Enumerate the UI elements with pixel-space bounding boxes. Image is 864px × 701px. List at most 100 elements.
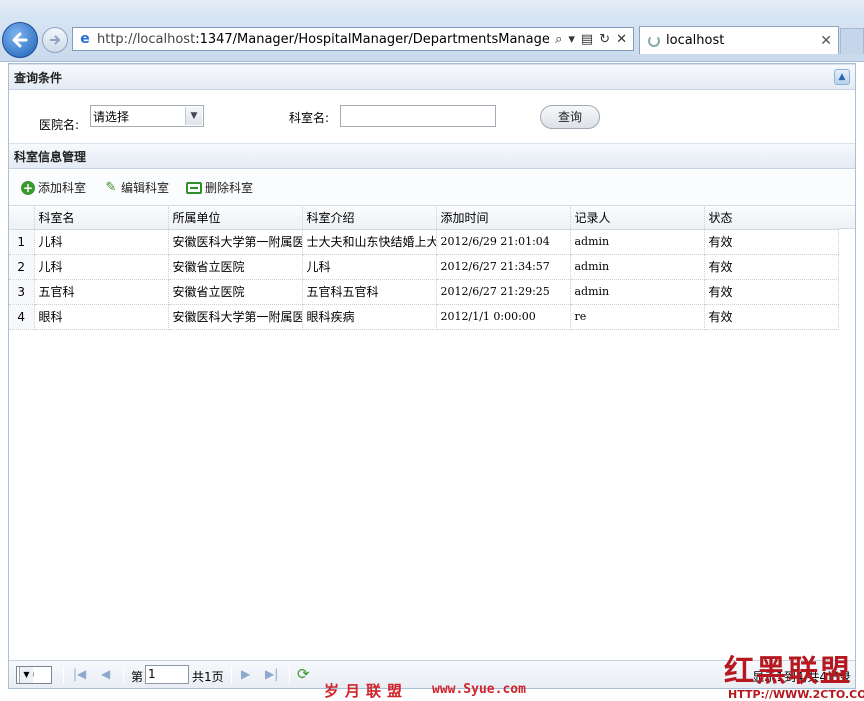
address-tools: ⌕ ▾ ▤ ↻ ✕ xyxy=(549,32,633,47)
query-panel-title: 查询条件 xyxy=(14,71,63,85)
address-url[interactable]: http://localhost:1347/Manager/HospitalMa… xyxy=(97,32,549,47)
cell-intro: 五官科五官科 xyxy=(302,279,437,305)
page-size-select[interactable]: 20 ▼ xyxy=(16,666,52,684)
cell-unit: 安徽省立医院 xyxy=(168,279,303,305)
arrow-left-icon xyxy=(12,32,28,48)
table-header-row: 科室名 所属单位 科室介绍 添加时间 记录人 状态 xyxy=(9,207,839,230)
pencil-icon: ✎ xyxy=(105,179,117,195)
grid-panel-header: 科室信息管理 xyxy=(9,143,855,169)
cell-recorder: re xyxy=(570,304,705,330)
hospital-select[interactable]: 请选择 ▼ xyxy=(90,105,204,127)
row-number: 3 xyxy=(9,279,35,305)
column-header[interactable]: 记录人 xyxy=(570,207,705,230)
grid-panel-title: 科室信息管理 xyxy=(14,150,87,164)
delete-dept-label: 删除科室 xyxy=(205,181,254,195)
search-button[interactable]: 查询 xyxy=(540,105,600,129)
watermark-logo-url: HTTP://WWW.2CTO.COM xyxy=(728,688,864,701)
add-dept-button[interactable]: + 添加科室 xyxy=(21,179,86,196)
minus-icon xyxy=(186,181,202,194)
cell-dept-name: 眼科 xyxy=(34,304,169,330)
page-frame: 查询条件 ▲ 医院名: 请选择 ▼ 科室名: 查询 科室信息管理 + 添加科室 … xyxy=(8,63,856,689)
table-row[interactable]: 4 眼科 安徽医科大学第一附属医 眼科疾病 2012/1/1 0:00:00 r… xyxy=(9,304,839,330)
ie-icon: e xyxy=(80,31,90,47)
edit-dept-label: 编辑科室 xyxy=(121,181,170,195)
cell-unit: 安徽医科大学第一附属医 xyxy=(168,229,303,255)
column-header[interactable]: 科室名 xyxy=(34,207,169,230)
pager-separator xyxy=(63,666,64,684)
departments-grid: 科室名 所属单位 科室介绍 添加时间 记录人 状态 1 儿科 安徽医科大学第一附… xyxy=(9,207,855,330)
url-path: :1347/Manager/HospitalManager/Department… xyxy=(195,31,550,47)
cell-status: 有效 xyxy=(704,254,839,280)
cell-intro: 眼科疾病 xyxy=(302,304,437,330)
edit-dept-button[interactable]: ✎ 编辑科室 xyxy=(104,179,169,196)
cell-status: 有效 xyxy=(704,279,839,305)
row-number: 1 xyxy=(9,229,35,255)
address-bar[interactable]: e http://localhost:1347/Manager/Hospital… xyxy=(72,27,634,51)
column-header[interactable]: 所属单位 xyxy=(168,207,303,230)
compat-view-icon[interactable]: ▤ xyxy=(581,32,593,47)
stop-icon[interactable]: ✕ xyxy=(616,32,627,47)
hospital-label: 医院名: xyxy=(39,118,80,132)
dept-name-input[interactable] xyxy=(340,105,496,127)
url-host: http://localhost xyxy=(97,31,196,47)
refresh-icon[interactable]: ↻ xyxy=(599,32,610,47)
watermark-site-url: www.Syue.com xyxy=(432,682,526,697)
cell-intro: 儿科 xyxy=(302,254,437,280)
cell-unit: 安徽省立医院 xyxy=(168,254,303,280)
column-header[interactable]: 添加时间 xyxy=(436,207,571,230)
cell-recorder: admin xyxy=(570,279,705,305)
table-row[interactable]: 1 儿科 安徽医科大学第一附属医 士大夫和山东快结婚上大 2012/6/29 2… xyxy=(9,229,839,255)
browser-tab[interactable]: localhost ✕ xyxy=(639,26,839,54)
prev-page-icon[interactable]: ◀ xyxy=(101,667,110,681)
dept-label: 科室名: xyxy=(289,111,330,125)
header-filler xyxy=(838,207,855,229)
column-header[interactable]: 科室介绍 xyxy=(302,207,437,230)
forward-button[interactable] xyxy=(42,27,68,53)
cell-dept-name: 五官科 xyxy=(34,279,169,305)
chevron-down-icon[interactable]: ▼ xyxy=(19,667,33,683)
query-panel-header: 查询条件 ▲ xyxy=(9,64,855,90)
back-button[interactable] xyxy=(2,22,38,58)
last-page-icon[interactable]: ▶| xyxy=(265,667,278,681)
cell-time: 2012/6/29 21:01:04 xyxy=(436,229,571,255)
tab-title: localhost xyxy=(666,33,725,48)
next-page-icon[interactable]: ▶ xyxy=(241,667,250,681)
dropdown-icon[interactable]: ▾ xyxy=(568,32,575,47)
column-header[interactable]: 状态 xyxy=(704,207,839,230)
delete-dept-button[interactable]: 删除科室 xyxy=(186,179,253,196)
new-tab-button[interactable] xyxy=(840,28,864,54)
cell-time: 2012/6/27 21:29:25 xyxy=(436,279,571,305)
hospital-select-value: 请选择 xyxy=(93,110,130,124)
departments-table: 科室名 所属单位 科室介绍 添加时间 记录人 状态 1 儿科 安徽医科大学第一附… xyxy=(9,207,839,330)
cell-recorder: admin xyxy=(570,254,705,280)
watermark-logo: 红黑联盟 xyxy=(724,654,852,689)
chevron-down-icon[interactable]: ▼ xyxy=(185,107,202,125)
page-prefix-label: 第 xyxy=(131,670,144,684)
collapse-icon[interactable]: ▲ xyxy=(834,69,850,85)
grid-toolbar: + 添加科室 ✎ 编辑科室 删除科室 xyxy=(9,170,855,206)
cell-intro: 士大夫和山东快结婚上大 xyxy=(302,229,437,255)
search-icon[interactable]: ⌕ xyxy=(555,32,562,47)
window-title-bar xyxy=(0,0,864,18)
row-number: 2 xyxy=(9,254,35,280)
cell-unit: 安徽医科大学第一附属医 xyxy=(168,304,303,330)
cell-dept-name: 儿科 xyxy=(34,229,169,255)
pager-separator xyxy=(231,666,232,684)
plus-icon: + xyxy=(21,180,35,195)
first-page-icon[interactable]: |◀ xyxy=(73,667,86,681)
cell-recorder: admin xyxy=(570,229,705,255)
cell-status: 有效 xyxy=(704,229,839,255)
watermark-site-name: 岁月联盟 xyxy=(324,682,409,700)
table-row[interactable]: 3 五官科 安徽省立医院 五官科五官科 2012/6/27 21:29:25 a… xyxy=(9,279,839,305)
refresh-icon[interactable]: ⟳ xyxy=(297,665,310,683)
page-total-label: 共1页 xyxy=(192,670,224,684)
pager-separator xyxy=(289,666,290,684)
arrow-right-icon xyxy=(50,35,61,45)
row-number-header xyxy=(9,207,35,230)
table-row[interactable]: 2 儿科 安徽省立医院 儿科 2012/6/27 21:34:57 admin … xyxy=(9,254,839,280)
add-dept-label: 添加科室 xyxy=(38,181,87,195)
cell-time: 2012/1/1 0:00:00 xyxy=(436,304,571,330)
tab-close-icon[interactable]: ✕ xyxy=(820,33,838,49)
page-number-input[interactable]: 1 xyxy=(145,665,189,684)
row-number: 4 xyxy=(9,304,35,330)
